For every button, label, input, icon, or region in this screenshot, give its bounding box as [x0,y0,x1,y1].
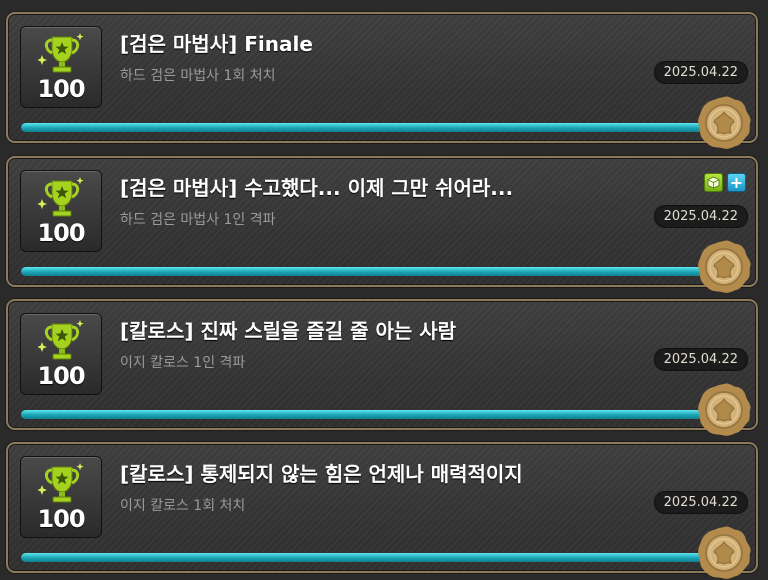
achievement-progress-bar [21,123,711,132]
achievement-date: 2025.04.22 [653,348,748,371]
achievement-title: [칼로스] 통제되지 않는 힘은 언제나 매력적이지 [120,462,523,486]
achievement-list: 100 [검은 마법사] Finale 하드 검은 마법사 1회 처치 2025… [0,0,768,580]
box-icon[interactable] [704,173,723,192]
plus-icon[interactable]: + [727,173,746,192]
achievement-progress-bar [21,410,711,419]
completion-seal-icon [697,382,752,437]
trophy-icon [38,177,86,218]
achievement-date: 2025.04.22 [653,491,748,514]
achievement-icon: 100 [20,170,102,252]
achievement-description: 하드 검은 마법사 1인 격파 [120,212,276,228]
completion-seal-icon [697,95,752,150]
achievement-score: 100 [37,505,85,533]
achievement-date: 2025.04.22 [653,205,748,228]
achievement-description: 하드 검은 마법사 1회 처치 [120,68,276,84]
achievement-description: 이지 칼로스 1회 처치 [120,498,246,514]
reward-badges: + [704,173,746,192]
achievement-progress-bar [21,553,711,562]
achievement-date: 2025.04.22 [653,61,748,84]
achievement-card[interactable]: 100 [검은 마법사] Finale 하드 검은 마법사 1회 처치 2025… [6,12,758,150]
achievement-description: 이지 칼로스 1인 격파 [120,355,246,371]
achievement-icon: 100 [20,26,102,108]
progress-fill [21,267,711,276]
achievement-icon: 100 [20,456,102,538]
achievement-title: [검은 마법사] Finale [120,32,313,56]
completion-seal-icon [697,239,752,294]
achievement-title: [검은 마법사] 수고했다... 이제 그만 쉬어라... [120,176,514,200]
progress-fill [21,553,711,562]
achievement-card[interactable]: 100 [칼로스] 통제되지 않는 힘은 언제나 매력적이지 이지 칼로스 1회… [6,442,758,580]
achievement-card[interactable]: 100 [검은 마법사] 수고했다... 이제 그만 쉬어라... + 하드 검… [6,156,758,294]
progress-fill [21,123,711,132]
trophy-icon [38,463,86,504]
trophy-icon [38,320,86,361]
achievement-score: 100 [37,219,85,247]
completion-seal-icon [697,525,752,580]
achievement-icon: 100 [20,313,102,395]
achievement-card[interactable]: 100 [칼로스] 진짜 스릴을 즐길 줄 아는 사람 이지 칼로스 1인 격파… [6,299,758,437]
achievement-progress-bar [21,267,711,276]
achievement-score: 100 [37,362,85,390]
trophy-icon [38,33,86,74]
achievement-score: 100 [37,75,85,103]
progress-fill [21,410,711,419]
achievement-title: [칼로스] 진짜 스릴을 즐길 줄 아는 사람 [120,319,457,343]
